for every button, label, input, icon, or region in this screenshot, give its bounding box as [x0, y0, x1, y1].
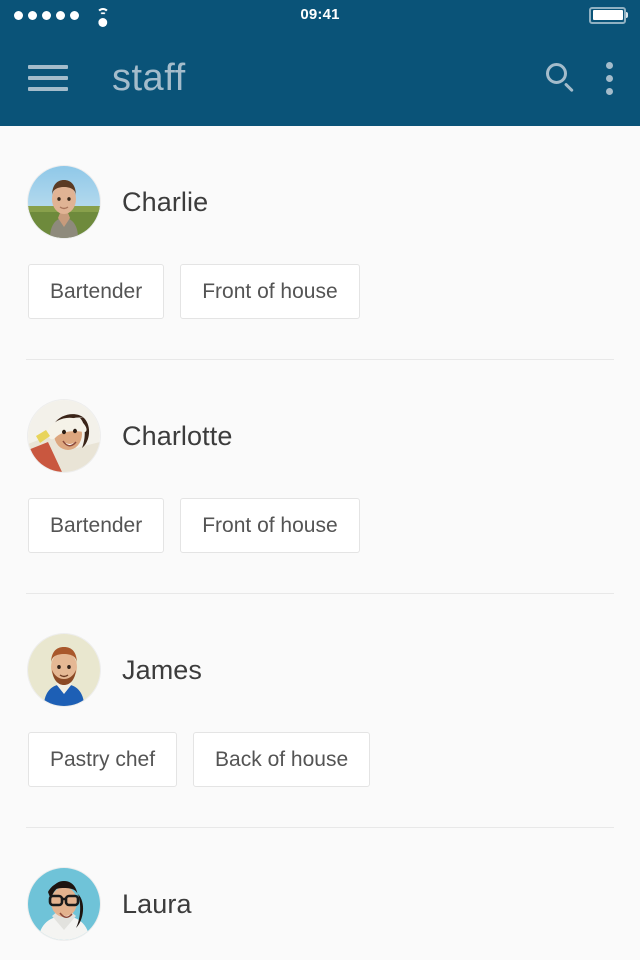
- staff-name: Laura: [122, 888, 192, 919]
- status-time: 09:41: [300, 6, 340, 23]
- staff-tag[interactable]: Back of house: [193, 732, 371, 787]
- staff-name: Charlotte: [122, 420, 233, 451]
- list-item[interactable]: James Pastry chef Back of house: [0, 594, 640, 828]
- avatar-charlie[interactable]: [28, 166, 100, 238]
- search-icon[interactable]: [544, 61, 578, 95]
- battery-full-icon: [589, 6, 626, 24]
- app-bar: staff: [0, 30, 640, 126]
- staff-list: Charlie Bartender Front of house Charlot…: [0, 126, 640, 940]
- staff-tags: Bartender Front of house: [0, 472, 640, 553]
- staff-name: James: [122, 654, 203, 685]
- hamburger-menu-icon[interactable]: [28, 63, 68, 93]
- app-bar-actions: [544, 61, 614, 95]
- page-title: staff: [112, 57, 186, 99]
- status-bar: 09:41: [0, 0, 640, 30]
- staff-tag[interactable]: Bartender: [28, 264, 165, 319]
- staff-header: Charlie: [0, 166, 640, 238]
- avatar-james[interactable]: [28, 634, 100, 706]
- staff-tag[interactable]: Front of house: [180, 264, 360, 319]
- staff-name: Charlie: [122, 186, 209, 217]
- staff-header: Charlotte: [0, 400, 640, 472]
- staff-header: James: [0, 634, 640, 706]
- list-item[interactable]: Charlie Bartender Front of house: [0, 126, 640, 360]
- avatar-charlotte[interactable]: [28, 400, 100, 472]
- overflow-menu-icon[interactable]: [604, 61, 614, 95]
- avatar-laura[interactable]: [28, 868, 100, 940]
- staff-tag[interactable]: Pastry chef: [28, 732, 178, 787]
- staff-header: Laura: [0, 868, 640, 940]
- list-item[interactable]: Laura: [0, 828, 640, 940]
- staff-tags: Bartender Front of house: [0, 238, 640, 319]
- status-bar-right: [589, 6, 626, 24]
- staff-tags: Pastry chef Back of house: [0, 706, 640, 787]
- staff-tag[interactable]: Bartender: [28, 498, 165, 553]
- staff-tag[interactable]: Front of house: [180, 498, 360, 553]
- list-item[interactable]: Charlotte Bartender Front of house: [0, 360, 640, 594]
